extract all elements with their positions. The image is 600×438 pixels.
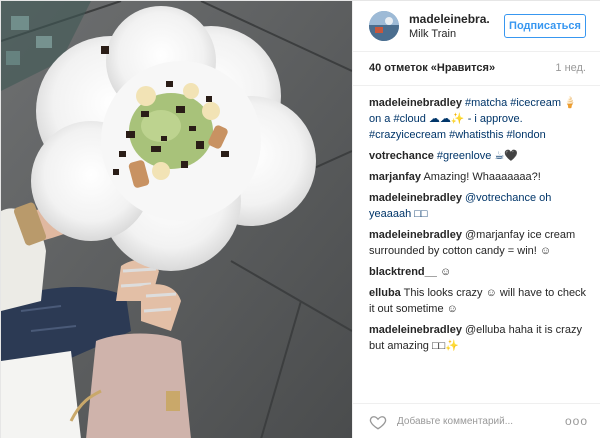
- add-comment-input[interactable]: [397, 411, 557, 431]
- comment-item: madeleinebradley @votrechance oh yeaaaah…: [369, 190, 591, 222]
- comment-text: #greenlove ☕🖤: [436, 150, 518, 162]
- post-location[interactable]: Milk Train: [409, 28, 456, 40]
- avatar-image: [369, 11, 399, 41]
- more-options-icon[interactable]: ooo: [565, 414, 588, 428]
- follow-button[interactable]: Подписаться: [504, 14, 586, 38]
- comment-text: ☺: [439, 266, 452, 278]
- comment-item: madeleinebradley @marjanfay ice cream su…: [369, 227, 591, 259]
- likes-count[interactable]: 40 отметок «Нравится»: [369, 62, 495, 74]
- comment-username[interactable]: votrechance: [369, 150, 434, 162]
- post-username[interactable]: madeleinebra...: [409, 12, 489, 26]
- photo-illustration: [1, 1, 352, 438]
- avatar[interactable]: [369, 11, 399, 41]
- comment-username[interactable]: marjanfay: [369, 171, 421, 183]
- comment-item: madeleinebradley #matcha #icecream 🍦 on …: [369, 95, 591, 143]
- comment-username[interactable]: madeleinebradley: [369, 324, 462, 336]
- comment-username[interactable]: blacktrend__: [369, 266, 437, 278]
- comment-item: blacktrend__ ☺: [369, 264, 591, 280]
- comment-item: votrechance #greenlove ☕🖤: [369, 148, 591, 164]
- heart-icon[interactable]: [369, 413, 387, 431]
- post-photo[interactable]: [1, 1, 352, 438]
- comments-list: madeleinebradley #matcha #icecream 🍦 on …: [369, 95, 591, 359]
- comment-item: elluba This looks crazy ☺ will have to c…: [369, 285, 591, 317]
- comment-item: marjanfay Amazing! Whaaaaaaa?!: [369, 169, 591, 185]
- post-time[interactable]: 1 нед.: [555, 62, 586, 74]
- comment-username[interactable]: elluba: [369, 287, 401, 299]
- comment-username[interactable]: madeleinebradley: [369, 192, 462, 204]
- likes-row: 40 отметок «Нравится» 1 нед.: [353, 52, 600, 86]
- comment-username[interactable]: madeleinebradley: [369, 229, 462, 241]
- comment-text: This looks crazy ☺ will have to check it…: [369, 287, 587, 315]
- comment-text: Amazing! Whaaaaaaa?!: [423, 171, 541, 183]
- comment-footer: ooo: [353, 403, 600, 438]
- post-sidebar: madeleinebra... Milk Train Подписаться 4…: [352, 1, 600, 438]
- comment-item: madeleinebradley @elluba haha it is craz…: [369, 322, 591, 354]
- comment-username[interactable]: madeleinebradley: [369, 97, 462, 109]
- instagram-post-modal: madeleinebra... Milk Train Подписаться 4…: [0, 0, 600, 438]
- post-header: madeleinebra... Milk Train Подписаться: [353, 1, 600, 52]
